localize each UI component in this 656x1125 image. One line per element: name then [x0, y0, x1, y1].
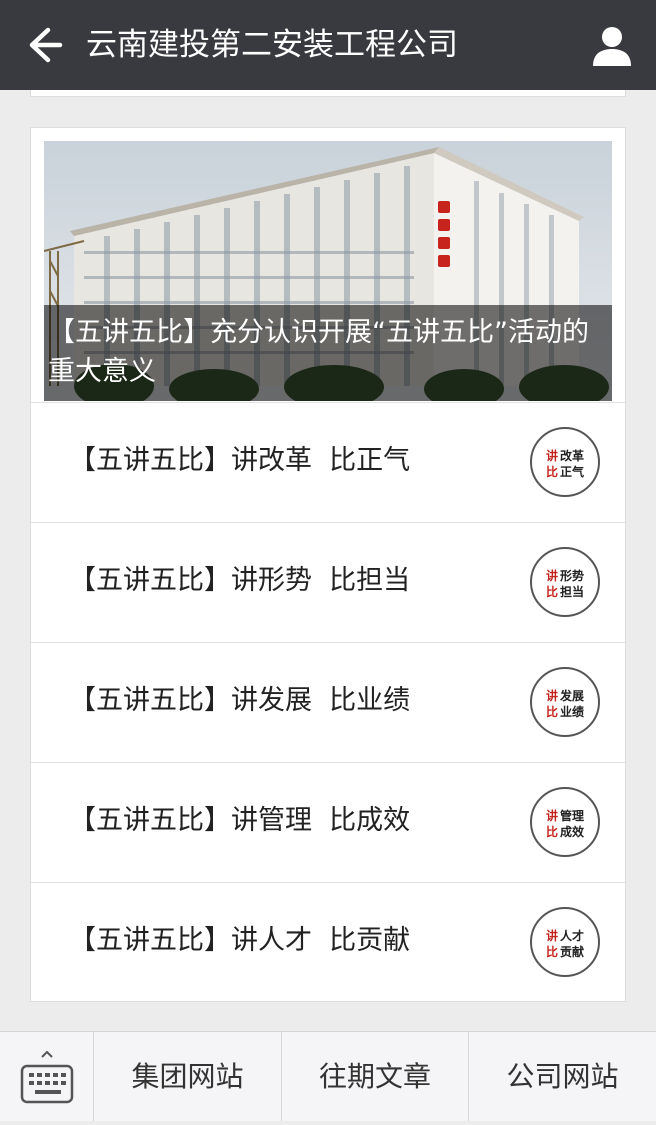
list-item[interactable]: 【五讲五比】讲改革 比正气 讲 改革 比 正气 [31, 402, 625, 522]
back-button[interactable] [18, 20, 70, 70]
menu-company-website[interactable]: 公司网站 [469, 1032, 656, 1121]
page-title: 云南建投第二安装工程公司 [86, 27, 458, 63]
person-icon [593, 27, 631, 66]
item-thumbnail: 讲 管理 比 成效 [530, 787, 600, 857]
keyboard-icon [20, 1050, 74, 1104]
list-item[interactable]: 【五讲五比】讲发展 比业绩 讲 发展 比 业绩 [31, 642, 625, 762]
header-bar: 云南建投第二安装工程公司 [0, 0, 656, 90]
profile-button[interactable] [588, 22, 636, 70]
item-title: 【五讲五比】讲人才 比贡献 [69, 925, 411, 956]
previous-card-edge [30, 90, 626, 97]
cover-article[interactable]: 【五讲五比】充分认识开展“五讲五比”活动的重大意义 [44, 141, 612, 401]
list-item[interactable]: 【五讲五比】讲人才 比贡献 讲 人才 比 贡献 [31, 882, 625, 1002]
item-title: 【五讲五比】讲管理 比成效 [69, 805, 411, 836]
item-title: 【五讲五比】讲形势 比担当 [69, 565, 411, 596]
item-thumbnail: 讲 发展 比 业绩 [530, 667, 600, 737]
list-item[interactable]: 【五讲五比】讲管理 比成效 讲 管理 比 成效 [31, 762, 625, 882]
arrow-left-icon [29, 27, 63, 63]
item-title: 【五讲五比】讲改革 比正气 [69, 445, 411, 476]
cover-title: 【五讲五比】充分认识开展“五讲五比”活动的重大意义 [44, 305, 612, 401]
menu-group-website[interactable]: 集团网站 [94, 1032, 282, 1121]
item-title: 【五讲五比】讲发展 比业绩 [69, 685, 411, 716]
item-thumbnail: 讲 形势 比 担当 [530, 547, 600, 617]
article-card: 【五讲五比】充分认识开展“五讲五比”活动的重大意义 【五讲五比】讲改革 比正气 … [30, 127, 626, 1002]
keyboard-toggle-button[interactable] [0, 1032, 94, 1121]
bottom-menu-bar: 集团网站 往期文章 公司网站 [0, 1031, 656, 1121]
item-thumbnail: 讲 改革 比 正气 [530, 427, 600, 497]
list-item[interactable]: 【五讲五比】讲形势 比担当 讲 形势 比 担当 [31, 522, 625, 642]
menu-past-articles[interactable]: 往期文章 [282, 1032, 469, 1121]
item-thumbnail: 讲 人才 比 贡献 [530, 907, 600, 977]
